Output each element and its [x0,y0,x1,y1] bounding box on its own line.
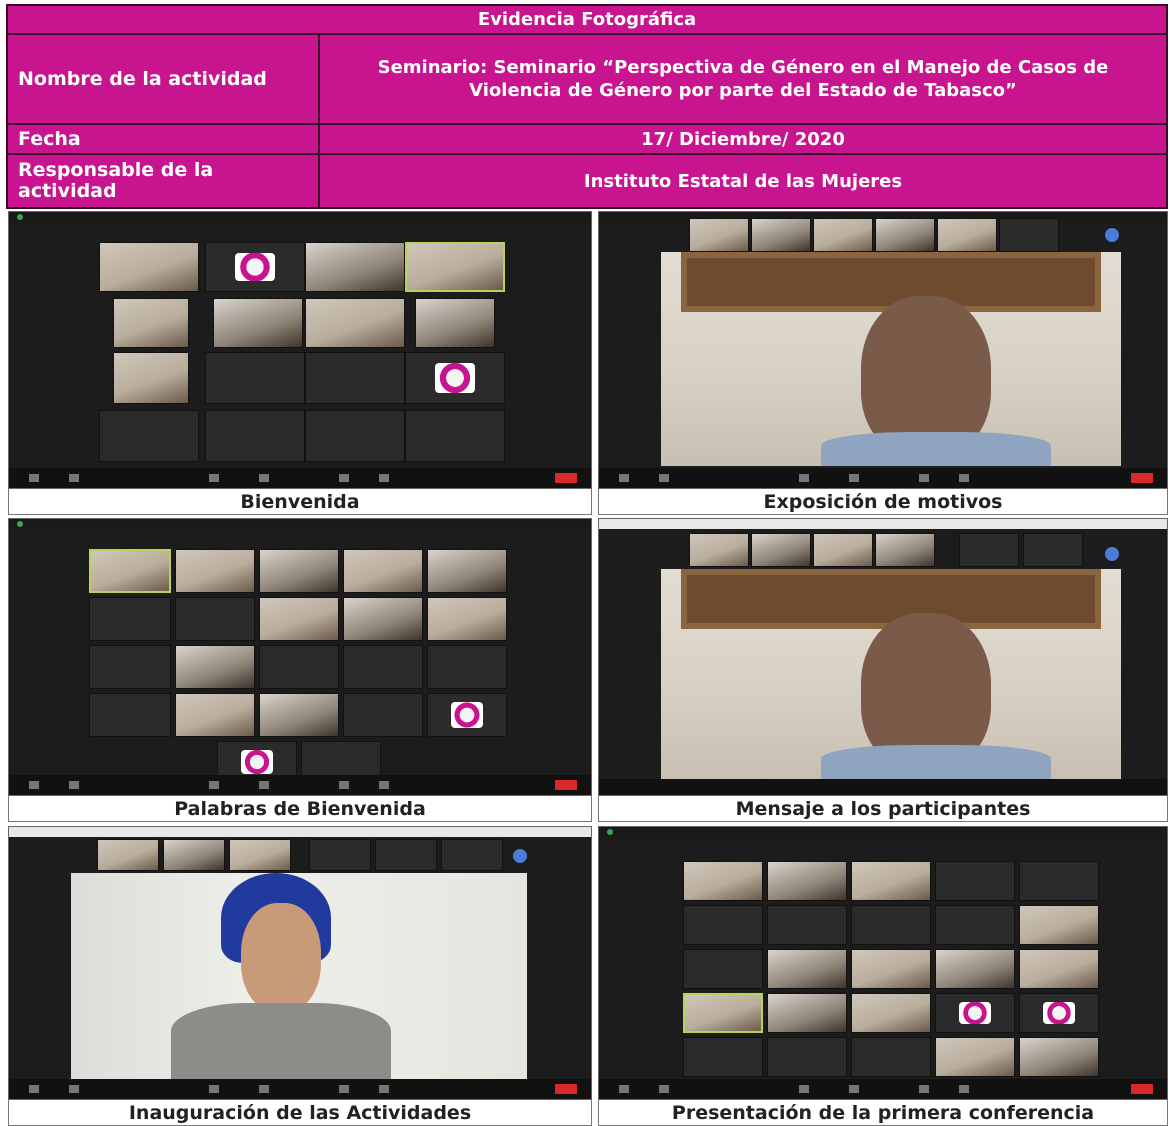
responsible-row: Responsable de la actividad Instituto Es… [6,153,1168,209]
date-label: Fecha [18,127,81,150]
photo-evidence-document: Evidencia Fotográfica Nombre de la activ… [6,4,1168,1126]
activity-name-row: Nombre de la actividad Seminario: Semina… [6,33,1168,125]
responsible-value: Instituto Estatal de las Mujeres [318,155,1166,207]
date-value: 17/ Diciembre/ 2020 [318,125,1166,153]
photo-bienvenida [8,211,592,489]
responsible-label: Responsable de la actividad [18,159,214,202]
caption-inauguracion-de-las-actividades: Inauguración de las Actividades [8,1100,592,1126]
activity-name-value: Seminario: Seminario “Perspectiva de Gén… [318,35,1166,123]
photo-exposicion-de-motivos [598,211,1168,489]
caption-mensaje-a-los-participantes: Mensaje a los participantes [598,796,1168,822]
photo-inauguracion-de-las-actividades [8,826,592,1100]
caption-bienvenida: Bienvenida [8,489,592,515]
caption-exposicion-de-motivos: Exposición de motivos [598,489,1168,515]
evidence-title: Evidencia Fotográfica [477,9,697,30]
photo-presentacion-primera-conferencia [598,826,1168,1100]
activity-name-label: Nombre de la actividad [18,67,267,90]
photo-palabras-de-bienvenida [8,518,592,796]
photo-mensaje-a-los-participantes [598,518,1168,796]
caption-palabras-de-bienvenida: Palabras de Bienvenida [8,796,592,822]
evidence-title-row: Evidencia Fotográfica [6,4,1168,35]
date-row: Fecha 17/ Diciembre/ 2020 [6,123,1168,155]
caption-presentacion-primera-conferencia: Presentación de la primera conferencia [598,1100,1168,1126]
